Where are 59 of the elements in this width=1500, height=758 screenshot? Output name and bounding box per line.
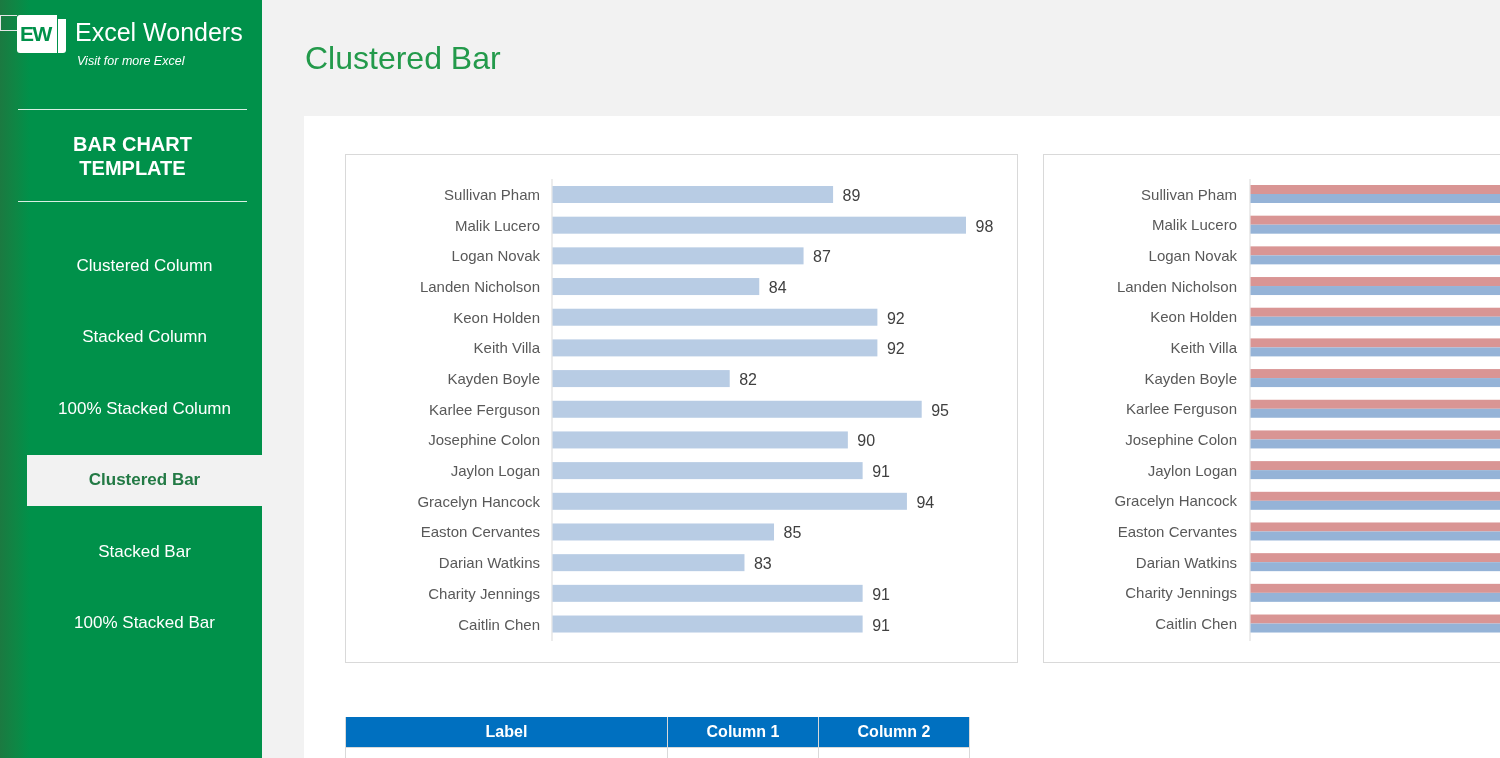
sidebar-item[interactable]: 100% Stacked Bar <box>27 597 262 649</box>
category-label: Charity Jennings <box>1125 584 1237 602</box>
logo[interactable]: EW <box>17 15 66 53</box>
data-label: 94 <box>916 493 935 511</box>
sidebar-item[interactable]: Stacked Bar <box>27 526 262 577</box>
data-label: 91 <box>872 463 890 481</box>
data-label: 83 <box>754 555 772 573</box>
category-label: Caitlin Chen <box>1155 615 1237 632</box>
category-label: Darian Watkins <box>1135 553 1237 571</box>
category-label: Easton Cervantes <box>1117 523 1237 540</box>
category-label: Josephine Colon <box>428 431 540 449</box>
category-label: Malik Lucero <box>454 216 540 234</box>
sidebar-item[interactable]: Stacked Column <box>27 311 262 363</box>
data-label: 90 <box>857 432 876 450</box>
category-label: Kayden Boyle <box>1144 369 1237 387</box>
data-label: 85 <box>783 524 802 542</box>
category-label: Jaylon Logan <box>450 462 540 480</box>
category-label: Gracelyn Hancock <box>417 492 540 510</box>
data-label: 87 <box>813 248 831 266</box>
category-label: Keon Holden <box>453 308 540 326</box>
category-label: Gracelyn Hancock <box>1114 492 1237 510</box>
sidebar-item[interactable]: Clustered Bar <box>27 454 262 506</box>
brand-tagline: Visit for more Excel <box>77 53 186 69</box>
category-label: Keon Holden <box>1150 308 1237 326</box>
category-label: Kayden Boyle <box>447 370 540 388</box>
category-label: Sullivan Pham <box>444 186 540 203</box>
category-label: Caitlin Chen <box>458 615 540 633</box>
category-label: Darian Watkins <box>438 554 540 572</box>
category-label: Easton Cervantes <box>420 523 540 541</box>
category-label: Karlee Ferguson <box>429 400 540 418</box>
category-label: Josephine Colon <box>1125 430 1237 448</box>
data-label: 92 <box>886 340 905 358</box>
category-label: Sullivan Pham <box>1141 185 1237 203</box>
page-title: Clustered Bar <box>305 39 501 77</box>
category-label: Logan Novak <box>1148 246 1237 264</box>
category-label: Karlee Ferguson <box>1126 400 1237 418</box>
category-label: Landen Nicholson <box>419 278 540 296</box>
data-label: 98 <box>975 217 994 235</box>
data-label: 89 <box>842 187 861 204</box>
column-header: Label <box>345 717 668 748</box>
category-label: Charity Jennings <box>428 584 540 602</box>
category-label: Keith Villa <box>473 339 540 357</box>
category-label: Logan Novak <box>451 247 540 265</box>
data-label: 91 <box>872 585 890 603</box>
data-label: 84 <box>768 279 787 297</box>
data-label: 95 <box>931 401 949 419</box>
data-label: 92 <box>886 309 905 327</box>
sidebar-heading: BAR CHART TEMPLATE <box>72 131 193 180</box>
category-label: Malik Lucero <box>1151 216 1237 234</box>
category-label: Landen Nicholson <box>1116 277 1237 295</box>
data-label: 82 <box>739 371 757 389</box>
sidebar-item[interactable]: Clustered Column <box>27 240 262 291</box>
column-header: Column 2 <box>818 717 970 748</box>
sidebar-item[interactable]: 100% Stacked Column <box>27 383 262 434</box>
data-label: 91 <box>872 616 890 634</box>
brand-name: Excel Wonders <box>75 17 243 47</box>
category-label: Keith Villa <box>1170 338 1237 356</box>
category-label: Jaylon Logan <box>1147 461 1237 479</box>
column-header: Column 1 <box>667 717 819 748</box>
